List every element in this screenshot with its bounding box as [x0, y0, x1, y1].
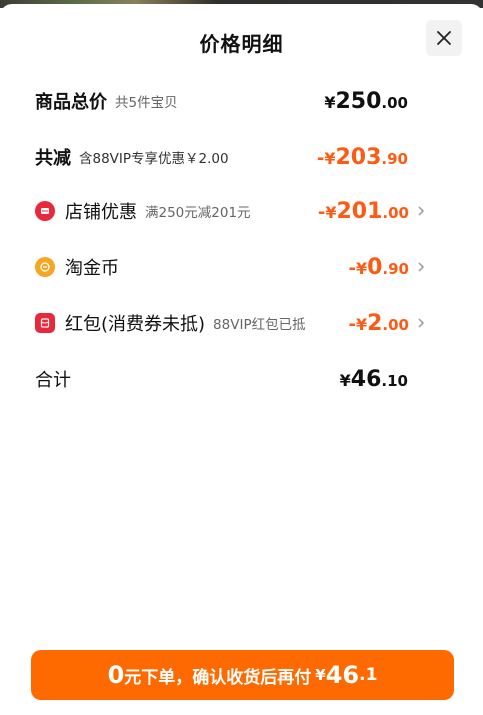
- row-total-price: 商品总价 共5件宝贝 ¥250.00: [35, 86, 445, 116]
- amount-int: 201: [336, 198, 383, 224]
- chevron-right-icon: [418, 318, 425, 328]
- cta-amount-dec: .1: [359, 665, 378, 685]
- taojinbi-amount: - ¥0.90: [348, 254, 425, 280]
- yen-symbol: ¥: [324, 92, 336, 112]
- red-packet-note: 88VIP红包已抵: [213, 317, 306, 333]
- store-discount-label: 店铺优惠: [65, 202, 137, 223]
- confirm-order-button[interactable]: 0 元下单，确认收货后再付 ¥46.1: [31, 650, 454, 700]
- total-price-count: 共5件宝贝: [115, 95, 178, 111]
- amount-dec: .90: [381, 149, 408, 168]
- cta-yen: ¥: [315, 666, 326, 684]
- minus-sign: -: [348, 257, 356, 279]
- total-discount-amount: - ¥203.90: [317, 145, 408, 170]
- store-discount-rule: 满250元减201元: [145, 205, 251, 221]
- cta-amount-int: 46: [325, 661, 360, 689]
- total-discount-label: 共减: [35, 148, 71, 169]
- amount-dec: .10: [381, 371, 408, 390]
- row-store-discount[interactable]: 店铺优惠 满250元减201元 - ¥201.00: [35, 196, 445, 226]
- row-subtotal: 合计 ¥46.10: [35, 364, 445, 394]
- store-coupon-icon: [35, 201, 55, 221]
- amount-dec: .90: [382, 259, 409, 278]
- amount-int: 0: [367, 254, 383, 280]
- red-packet-icon: [35, 313, 55, 333]
- chevron-right-icon: [418, 206, 425, 216]
- price-detail-sheet: 价格明细 商品总价 共5件宝贝 ¥250.00 共减 含88VIP专享优惠￥2.…: [0, 4, 483, 715]
- red-packet-label: 红包(消费券未抵): [65, 314, 206, 335]
- row-total-discount: 共减 含88VIP专享优惠￥2.00 - ¥203.90: [35, 142, 445, 172]
- minus-sign: -: [316, 147, 325, 169]
- minus-sign: -: [317, 201, 326, 223]
- amount-int: 46: [350, 366, 382, 392]
- yen-symbol: ¥: [339, 370, 351, 390]
- subtotal-amount: ¥46.10: [340, 367, 408, 392]
- amount-dec: .00: [381, 93, 408, 112]
- coin-icon: [35, 257, 55, 277]
- red-packet-amount: - ¥2.00: [348, 310, 425, 336]
- row-taojinbi[interactable]: 淘金币 - ¥0.90: [35, 252, 445, 282]
- close-icon: [437, 31, 451, 45]
- yen-symbol: ¥: [355, 314, 368, 334]
- yen-symbol: ¥: [325, 202, 337, 222]
- cta-zero: 0: [107, 661, 125, 689]
- cta-text: 元下单，确认收货后再付: [124, 667, 312, 688]
- amount-int: 250: [335, 88, 382, 114]
- subtotal-label: 合计: [35, 370, 71, 391]
- taojinbi-label: 淘金币: [65, 258, 119, 279]
- total-price-label: 商品总价: [35, 92, 107, 113]
- row-red-packet[interactable]: 红包(消费券未抵) 88VIP红包已抵 - ¥2.00: [35, 308, 445, 338]
- store-discount-amount: - ¥201.00: [317, 198, 425, 224]
- close-button[interactable]: [426, 20, 462, 56]
- yen-symbol: ¥: [324, 148, 336, 168]
- amount-int: 2: [367, 310, 383, 336]
- amount-int: 203: [335, 144, 382, 170]
- total-discount-note: 含88VIP专享优惠￥2.00: [79, 151, 229, 167]
- sheet-title: 价格明细: [199, 32, 284, 56]
- amount-dec: .00: [382, 315, 409, 334]
- chevron-right-icon: [418, 262, 425, 272]
- amount-dec: .00: [382, 203, 409, 222]
- total-price-amount: ¥250.00: [324, 89, 408, 114]
- yen-symbol: ¥: [355, 258, 368, 278]
- minus-sign: -: [348, 313, 356, 335]
